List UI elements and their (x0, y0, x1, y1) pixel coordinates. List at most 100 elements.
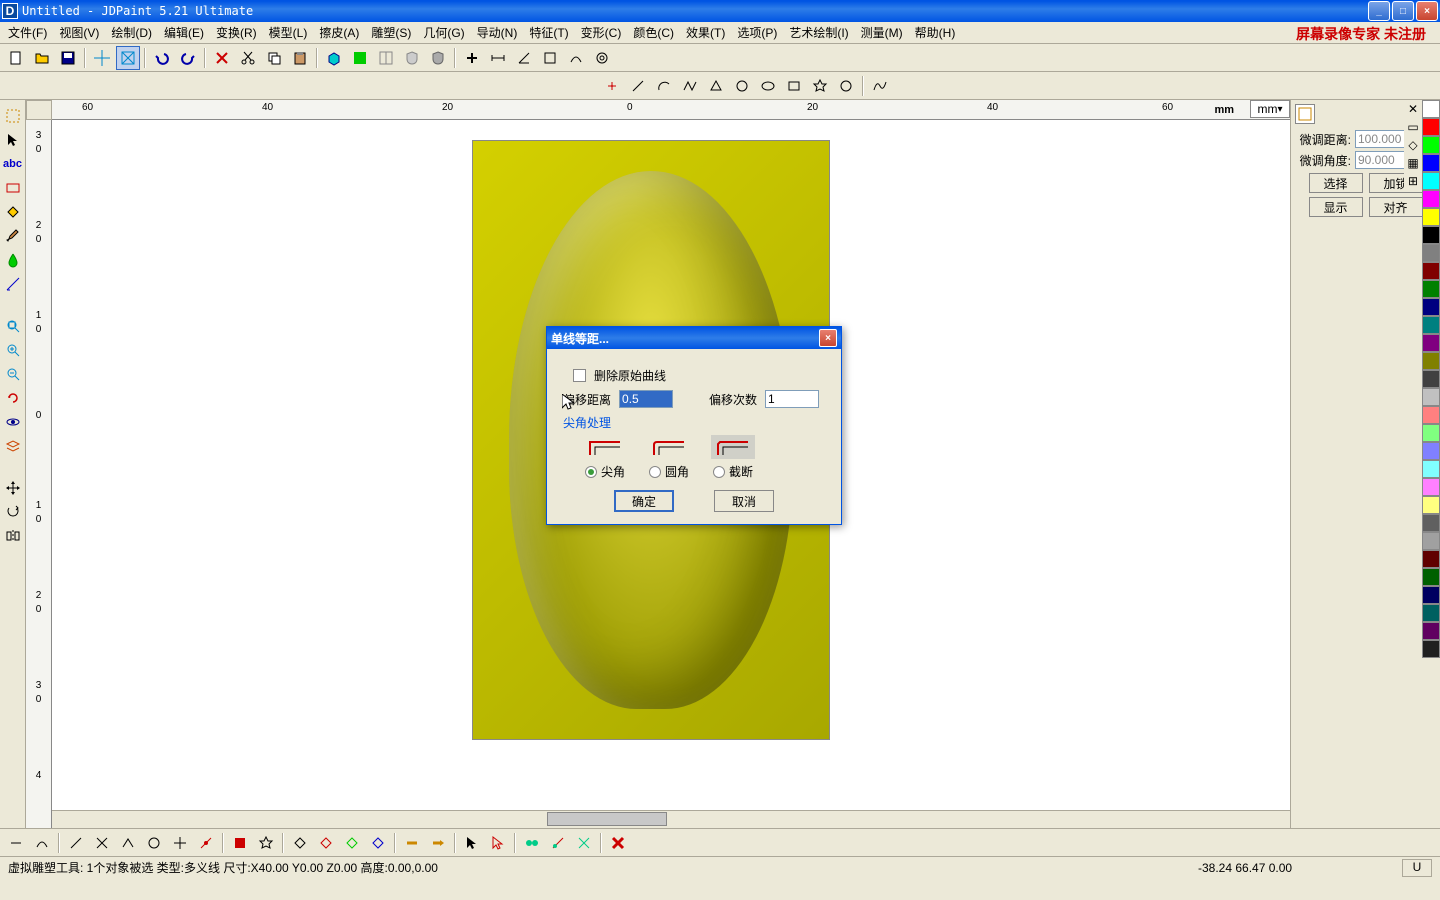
select-button[interactable]: 选择 (1309, 173, 1363, 193)
color-swatch-2[interactable] (1422, 136, 1440, 154)
save-button[interactable] (56, 46, 80, 70)
bt-17[interactable] (460, 831, 484, 855)
bt-5[interactable] (116, 831, 140, 855)
menu-deform[interactable]: 变形(C) (577, 22, 626, 43)
scrollbar-thumb[interactable] (547, 812, 667, 826)
zoom-in-tool[interactable] (1, 338, 25, 362)
r-tool-4[interactable]: ▦ (1404, 154, 1422, 172)
fill-tool[interactable] (1, 200, 25, 224)
polygon-tool[interactable] (834, 74, 858, 98)
color-swatch-14[interactable] (1422, 352, 1440, 370)
shield2-button[interactable] (426, 46, 450, 70)
redo-button[interactable] (176, 46, 200, 70)
color-swatch-23[interactable] (1422, 514, 1440, 532)
panel-tab-icon[interactable] (1295, 104, 1315, 124)
rect-tool[interactable] (782, 74, 806, 98)
split-button[interactable] (374, 46, 398, 70)
shape-tool[interactable] (1, 176, 25, 200)
show-button[interactable]: 显示 (1309, 197, 1363, 217)
color-swatch-25[interactable] (1422, 550, 1440, 568)
bt-13[interactable] (340, 831, 364, 855)
bt-delete[interactable] (606, 831, 630, 855)
color-swatch-0[interactable] (1422, 100, 1440, 118)
bt-18[interactable] (486, 831, 510, 855)
menu-feature[interactable]: 特征(T) (525, 22, 572, 43)
menu-geometry[interactable]: 几何(G) (419, 22, 468, 43)
menu-draw[interactable]: 绘制(D) (107, 22, 156, 43)
menu-edit[interactable]: 编辑(E) (160, 22, 208, 43)
shield-button[interactable] (400, 46, 424, 70)
menu-effect[interactable]: 效果(T) (682, 22, 729, 43)
bt-9[interactable] (228, 831, 252, 855)
menu-guide[interactable]: 导动(N) (473, 22, 522, 43)
triangle-tool[interactable] (704, 74, 728, 98)
color-swatch-19[interactable] (1422, 442, 1440, 460)
menu-options[interactable]: 选项(P) (733, 22, 781, 43)
r-tool-2[interactable]: ▭ (1404, 118, 1422, 136)
text-tool[interactable]: abc (1, 152, 25, 176)
color-swatch-4[interactable] (1422, 172, 1440, 190)
bt-14[interactable] (366, 831, 390, 855)
corner-sharp-radio[interactable] (585, 466, 597, 478)
cancel-button[interactable]: 取消 (714, 490, 774, 512)
menu-color[interactable]: 颜色(C) (629, 22, 678, 43)
ruler-tool[interactable] (1, 272, 25, 296)
delete-original-checkbox[interactable] (573, 369, 586, 382)
corner-sharp-icon[interactable] (583, 435, 627, 459)
corner-cut-radio[interactable] (713, 466, 725, 478)
spline-tool[interactable] (868, 74, 892, 98)
bt-4[interactable] (90, 831, 114, 855)
point-tool[interactable] (600, 74, 624, 98)
bt-10[interactable] (254, 831, 278, 855)
color-swatch-15[interactable] (1422, 370, 1440, 388)
bt-7[interactable] (168, 831, 192, 855)
bt-2[interactable] (30, 831, 54, 855)
menu-view[interactable]: 视图(V) (55, 22, 103, 43)
circle-tool[interactable] (730, 74, 754, 98)
color-swatch-5[interactable] (1422, 190, 1440, 208)
bt-15[interactable] (400, 831, 424, 855)
mirror-tool[interactable] (1, 524, 25, 548)
corner-round-radio[interactable] (649, 466, 661, 478)
color-swatch-11[interactable] (1422, 298, 1440, 316)
open-button[interactable] (30, 46, 54, 70)
paste-button[interactable] (288, 46, 312, 70)
arc-tool[interactable] (652, 74, 676, 98)
menu-file[interactable]: 文件(F) (4, 22, 51, 43)
dim-circle-button[interactable] (590, 46, 614, 70)
polyline-tool[interactable] (678, 74, 702, 98)
pointer-tool[interactable] (1, 128, 25, 152)
menu-sculpt[interactable]: 雕塑(S) (367, 22, 415, 43)
color-swatch-9[interactable] (1422, 262, 1440, 280)
ok-button[interactable]: 确定 (614, 490, 674, 512)
color-swatch-17[interactable] (1422, 406, 1440, 424)
corner-cut-icon[interactable] (711, 435, 755, 459)
new-button[interactable] (4, 46, 28, 70)
color-swatch-10[interactable] (1422, 280, 1440, 298)
select-rect-tool[interactable] (1, 104, 25, 128)
dim-box-button[interactable] (538, 46, 562, 70)
color-swatch-13[interactable] (1422, 334, 1440, 352)
bt-6[interactable] (142, 831, 166, 855)
zoom-out-tool[interactable] (1, 362, 25, 386)
color-button[interactable] (348, 46, 372, 70)
bt-20[interactable] (546, 831, 570, 855)
color-swatch-27[interactable] (1422, 586, 1440, 604)
move-tool[interactable] (1, 476, 25, 500)
eye-tool[interactable] (1, 410, 25, 434)
undo-button[interactable] (150, 46, 174, 70)
offset-dist-input[interactable] (619, 390, 673, 408)
color-swatch-21[interactable] (1422, 478, 1440, 496)
menu-art[interactable]: 艺术绘制(I) (785, 22, 852, 43)
dim-arc-button[interactable] (564, 46, 588, 70)
bt-19[interactable] (520, 831, 544, 855)
bt-1[interactable] (4, 831, 28, 855)
menu-measure[interactable]: 测量(M) (857, 22, 907, 43)
color-swatch-7[interactable] (1422, 226, 1440, 244)
menu-eraser[interactable]: 擦皮(A) (315, 22, 363, 43)
plus-button[interactable] (460, 46, 484, 70)
minimize-button[interactable]: _ (1368, 1, 1390, 21)
refresh-tool[interactable] (1, 386, 25, 410)
offset-count-input[interactable] (765, 390, 819, 408)
color-swatch-26[interactable] (1422, 568, 1440, 586)
